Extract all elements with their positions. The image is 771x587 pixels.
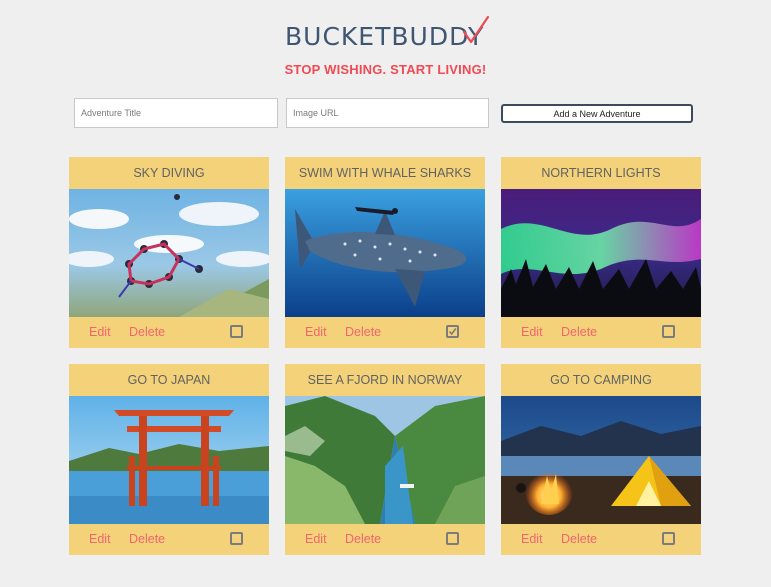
delete-link[interactable]: Delete xyxy=(561,325,597,339)
edit-link[interactable]: Edit xyxy=(305,532,327,546)
add-adventure-button[interactable]: Add a New Adventure xyxy=(501,104,693,123)
adventure-card: GO TO JAPAN Edit Delete xyxy=(69,364,269,555)
complete-checkbox[interactable] xyxy=(662,532,675,545)
delete-link[interactable]: Delete xyxy=(129,325,165,339)
complete-checkbox[interactable] xyxy=(230,532,243,545)
adventure-card: GO TO CAMPING Edit Delete xyxy=(501,364,701,555)
camping-image xyxy=(501,396,701,524)
adventure-card: SWIM WITH WHALE SHARKS Edit Delete xyxy=(285,157,485,348)
complete-checkbox[interactable] xyxy=(662,325,675,338)
whale-shark-image xyxy=(285,189,485,317)
adventure-title: GO TO CAMPING xyxy=(550,373,652,387)
complete-checkbox[interactable] xyxy=(446,532,459,545)
adventure-card: SEE A FJORD IN NORWAY Edit Delete xyxy=(285,364,485,555)
card-actions: Edit Delete xyxy=(69,317,269,348)
adventure-title: NORTHERN LIGHTS xyxy=(541,166,661,180)
skydiving-image xyxy=(69,189,269,317)
adventure-title-input[interactable] xyxy=(74,98,278,128)
edit-link[interactable]: Edit xyxy=(521,325,543,339)
adventure-title: SKY DIVING xyxy=(133,166,205,180)
adventure-title: GO TO JAPAN xyxy=(127,373,211,387)
logo: BUCKETBUDDY xyxy=(285,14,495,54)
tagline: STOP WISHING. START LIVING! xyxy=(284,62,487,77)
aurora-image xyxy=(501,189,701,317)
card-actions: Edit Delete xyxy=(285,524,485,555)
adventure-card: NORTHERN LIGHTS Edit Delete xyxy=(501,157,701,348)
fjord-image xyxy=(285,396,485,524)
complete-checkbox[interactable] xyxy=(230,325,243,338)
check-icon xyxy=(448,328,457,336)
edit-link[interactable]: Edit xyxy=(89,325,111,339)
adventure-title: SEE A FJORD IN NORWAY xyxy=(307,373,463,387)
torii-gate-image xyxy=(69,396,269,524)
delete-link[interactable]: Delete xyxy=(345,325,381,339)
delete-link[interactable]: Delete xyxy=(345,532,381,546)
adventure-card: SKY DIVING Edit Delete xyxy=(69,157,269,348)
edit-link[interactable]: Edit xyxy=(305,325,327,339)
card-actions: Edit Delete xyxy=(285,317,485,348)
edit-link[interactable]: Edit xyxy=(89,532,111,546)
card-actions: Edit Delete xyxy=(501,317,701,348)
complete-checkbox[interactable] xyxy=(446,325,459,338)
card-actions: Edit Delete xyxy=(501,524,701,555)
card-actions: Edit Delete xyxy=(69,524,269,555)
delete-link[interactable]: Delete xyxy=(129,532,165,546)
logo-text: BUCKETBUDDY xyxy=(285,22,485,51)
checkmark-icon xyxy=(462,15,490,44)
image-url-input[interactable] xyxy=(286,98,489,128)
adventure-title: SWIM WITH WHALE SHARKS xyxy=(298,166,472,180)
delete-link[interactable]: Delete xyxy=(561,532,597,546)
edit-link[interactable]: Edit xyxy=(521,532,543,546)
